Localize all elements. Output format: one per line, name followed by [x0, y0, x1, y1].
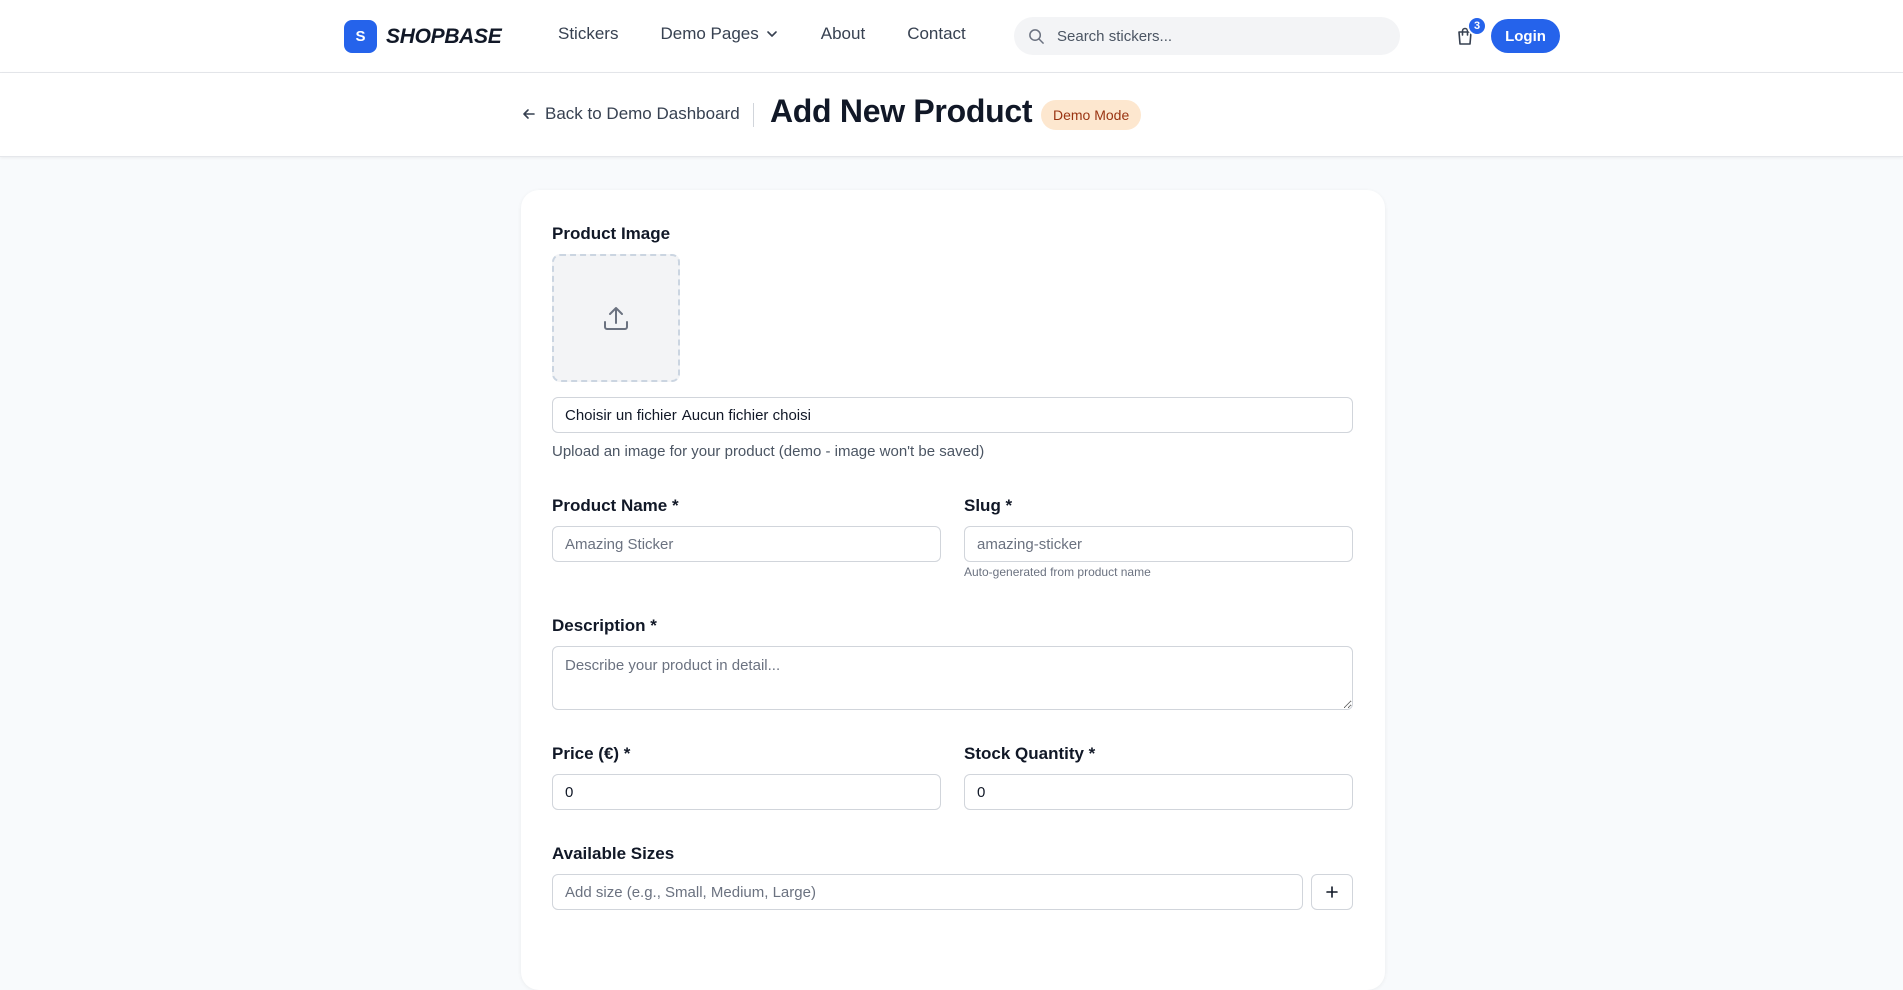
back-to-dashboard-link[interactable]: Back to Demo Dashboard: [522, 104, 740, 124]
search-icon: [1029, 28, 1044, 44]
file-status-text: Aucun fichier choisi: [681, 406, 811, 424]
product-name-label: Product Name *: [552, 496, 679, 515]
file-input[interactable]: Choisir un fichier Aucun fichier choisi: [552, 397, 1353, 433]
search-bar: [1014, 17, 1400, 55]
login-button[interactable]: Login: [1491, 19, 1560, 53]
cart-count-badge: 3: [1467, 16, 1487, 36]
back-link-label: Back to Demo Dashboard: [545, 104, 740, 123]
nav-link-demo-pages[interactable]: Demo Pages: [660, 24, 778, 44]
slug-input[interactable]: [964, 526, 1353, 562]
add-size-input[interactable]: [552, 874, 1303, 910]
demo-mode-badge: Demo Mode: [1041, 100, 1142, 130]
header-divider: [753, 103, 754, 127]
brand-logo-link[interactable]: S SHOPBASE: [344, 20, 502, 53]
image-upload-hint: Upload an image for your product (demo -…: [552, 443, 985, 460]
description-label: Description *: [552, 616, 657, 635]
price-input[interactable]: [552, 774, 941, 810]
description-textarea[interactable]: [552, 646, 1353, 710]
slug-label: Slug *: [964, 496, 1013, 515]
brand-name: SHOPBASE: [386, 24, 502, 48]
chevron-down-icon: [766, 31, 777, 37]
product-image-label: Product Image: [552, 224, 671, 243]
top-navbar: S SHOPBASE Stickers Demo Pages About Con…: [0, 0, 1903, 73]
nav-link-label: Demo Pages: [660, 24, 759, 43]
add-product-form: Product Image Choisir un fichier Aucun f…: [521, 190, 1385, 990]
page-header: Back to Demo Dashboard Add New Product D…: [0, 73, 1903, 157]
available-sizes-label: Available Sizes: [552, 844, 675, 863]
price-label: Price (€) *: [552, 744, 631, 763]
stock-quantity-label: Stock Quantity *: [964, 744, 1096, 763]
arrow-left-icon: [523, 109, 535, 119]
image-upload-dropzone[interactable]: [552, 254, 680, 382]
main-nav: Stickers Demo Pages About Contact: [558, 24, 966, 44]
nav-link-stickers[interactable]: Stickers: [558, 24, 618, 44]
brand-logo-icon: S: [344, 20, 377, 53]
stock-quantity-input[interactable]: [964, 774, 1353, 810]
nav-link-about[interactable]: About: [821, 24, 865, 44]
choose-file-button[interactable]: Choisir un fichier: [565, 407, 677, 424]
nav-link-contact[interactable]: Contact: [907, 24, 966, 44]
add-size-button[interactable]: [1311, 874, 1353, 910]
nav-link-label: Stickers: [558, 24, 619, 43]
slug-hint: Auto-generated from product name: [964, 565, 1151, 579]
upload-icon: [604, 307, 628, 330]
page-title: Add New Product: [770, 93, 1033, 129]
plus-icon: [1326, 886, 1338, 898]
product-name-input[interactable]: [552, 526, 941, 562]
nav-link-label: About: [820, 24, 866, 43]
search-input[interactable]: [1057, 27, 1377, 45]
nav-link-label: Contact: [907, 24, 966, 43]
